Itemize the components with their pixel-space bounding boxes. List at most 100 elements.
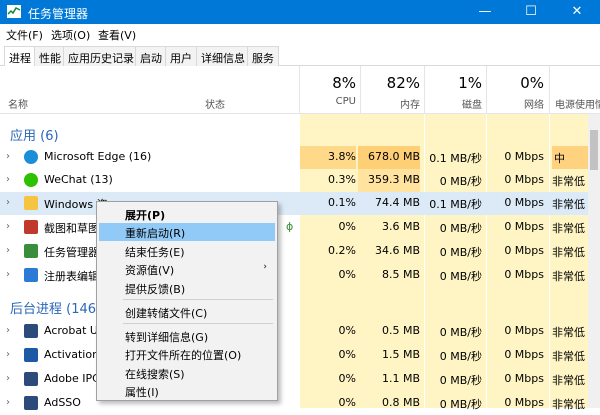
group-apps: 应用 (6) <box>10 129 59 144</box>
column-header: 名称 状态 8% CPU 82% 内存 1% 磁盘 0% 网络 电源使用情 <box>0 66 600 114</box>
column-name[interactable]: 名称 <box>8 96 28 111</box>
chevron-right-icon[interactable]: › <box>6 174 10 185</box>
menu-item-end-task[interactable]: 结束任务(E) <box>99 242 275 260</box>
menu-separator <box>123 299 273 300</box>
memory-value: 1.5 MB <box>381 348 420 361</box>
cpu-value: 0% <box>338 372 356 385</box>
column-power[interactable]: 电源使用情 <box>555 96 600 111</box>
column-memory[interactable]: 内存 <box>360 96 420 111</box>
menu-item-feedback[interactable]: 提供反馈(B) <box>99 279 275 297</box>
column-network[interactable]: 网络 <box>486 96 544 111</box>
chevron-right-icon[interactable]: › <box>6 221 10 232</box>
network-value: 0 Mbps <box>504 324 544 337</box>
memory-value: 0.5 MB <box>381 324 420 337</box>
task-manager-icon <box>7 5 21 18</box>
menu-item-label: 资源值(V) <box>125 264 175 277</box>
minimize-button[interactable]: — <box>462 0 508 24</box>
menu-view[interactable]: 查看(V) <box>98 27 136 43</box>
memory-total: 82% <box>386 74 420 92</box>
cpu-total: 8% <box>332 74 356 92</box>
chevron-right-icon[interactable]: › <box>6 197 10 208</box>
network-value: 0 Mbps <box>504 150 544 163</box>
chevron-right-icon[interactable]: › <box>6 325 10 336</box>
tab-users[interactable]: 用户 <box>165 46 197 66</box>
network-value: 0 Mbps <box>504 173 544 186</box>
scrollbar-thumb[interactable] <box>590 130 598 170</box>
cpu-value: 0.1% <box>328 196 356 209</box>
disk-value: 0 MB/秒 <box>439 398 482 411</box>
disk-total: 1% <box>458 74 482 92</box>
folder-icon <box>24 196 38 210</box>
table-row[interactable]: › Adobe IPC 0% 1.1 MB 0 MB/秒 0 Mbps 非常低 <box>0 368 588 391</box>
maximize-button[interactable]: ☐ <box>508 0 554 24</box>
menu-item-properties[interactable]: 属性(I) <box>99 382 275 400</box>
cpu-value: 0.2% <box>328 244 356 257</box>
process-name: Adobe IPC <box>44 372 100 385</box>
memory-value: 359.3 MB <box>358 169 420 192</box>
column-divider <box>549 66 550 114</box>
menu-item-expand[interactable]: 展开(P) <box>99 205 275 223</box>
memory-value: 678.0 MB <box>358 146 420 169</box>
chevron-right-icon[interactable]: › <box>6 245 10 256</box>
chevron-right-icon[interactable]: › <box>6 397 10 408</box>
vertical-scrollbar[interactable] <box>588 114 600 408</box>
tab-details[interactable]: 详细信息 <box>196 46 250 66</box>
chevron-right-icon[interactable]: › <box>6 373 10 384</box>
network-value: 0 Mbps <box>504 396 544 409</box>
table-row[interactable]: › Microsoft Edge (16) 3.8% 678.0 MB 0.1 … <box>0 146 592 169</box>
close-button[interactable]: ✕ <box>554 0 600 24</box>
menu-item-create-dump[interactable]: 创建转储文件(C) <box>99 303 275 321</box>
process-name: AdSSO <box>44 396 81 409</box>
menu-item-resource-values[interactable]: 资源值(V) › <box>99 260 275 278</box>
power-value: 非常低 <box>552 175 585 188</box>
table-row[interactable]: › 任务管理器 0.2% 34.6 MB 0 MB/秒 0 Mbps 非常低 <box>0 240 588 263</box>
menu-item-open-file-location[interactable]: 打开文件所在的位置(O) <box>99 345 275 363</box>
tab-services[interactable]: 服务 <box>247 46 279 66</box>
menu-options[interactable]: 选项(O) <box>51 27 90 43</box>
network-total: 0% <box>520 74 544 92</box>
chevron-right-icon[interactable]: › <box>6 269 10 280</box>
chevron-right-icon[interactable]: › <box>6 349 10 360</box>
tab-startup[interactable]: 启动 <box>135 46 167 66</box>
table-row-selected[interactable]: › Windows 资 0.1% 74.4 MB 0.1 MB/秒 0 Mbps… <box>0 192 588 215</box>
context-menu: 展开(P) 重新启动(R) 结束任务(E) 资源值(V) › 提供反馈(B) 创… <box>96 201 278 401</box>
disk-value: 0 MB/秒 <box>439 326 482 339</box>
table-row[interactable]: › WeChat (13) 0.3% 359.3 MB 0 MB/秒 0 Mbp… <box>0 169 588 192</box>
snip-icon <box>24 220 38 234</box>
chevron-right-icon: › <box>263 262 267 272</box>
tab-app-history[interactable]: 应用历史记录 <box>63 46 139 66</box>
disk-value: 0 MB/秒 <box>439 270 482 283</box>
cpu-value: 0% <box>338 396 356 409</box>
table-row[interactable]: › Acrobat U 0% 0.5 MB 0 MB/秒 0 Mbps 非常低 <box>0 320 588 343</box>
tab-processes[interactable]: 进程 <box>4 46 36 67</box>
power-value: 非常低 <box>552 398 585 411</box>
cpu-value: 0.3% <box>328 173 356 186</box>
app-icon <box>24 348 38 362</box>
menu-item-go-to-details[interactable]: 转到详细信息(G) <box>99 327 275 345</box>
menu-file[interactable]: 文件(F) <box>6 27 43 43</box>
column-status[interactable]: 状态 <box>205 96 225 111</box>
table-row[interactable]: › 截图和草图 ɸ 0% 3.6 MB 0 MB/秒 0 Mbps 非常低 <box>0 216 588 239</box>
power-value: 中 <box>552 146 592 169</box>
table-row[interactable]: › Activation 0% 1.5 MB 0 MB/秒 0 Mbps 非常低 <box>0 344 588 367</box>
process-name: Activation <box>44 348 100 361</box>
network-value: 0 Mbps <box>504 244 544 257</box>
tab-strip: 进程 性能 应用历史记录 启动 用户 详细信息 服务 <box>0 44 600 67</box>
table-row[interactable]: › 注册表编辑 0% 8.5 MB 0 MB/秒 0 Mbps 非常低 <box>0 264 588 287</box>
group-background: 后台进程 (146 <box>10 302 97 317</box>
table-row[interactable]: › AdSSO 0% 0.8 MB 0 MB/秒 0 Mbps 非常低 <box>0 392 588 415</box>
chevron-right-icon[interactable]: › <box>6 151 10 162</box>
menu-item-search-online[interactable]: 在线搜索(S) <box>99 364 275 382</box>
menu-item-restart[interactable]: 重新启动(R) <box>99 223 275 241</box>
process-name: 注册表编辑 <box>44 270 99 283</box>
memory-value: 0.8 MB <box>381 396 420 409</box>
disk-value: 0 MB/秒 <box>439 222 482 235</box>
disk-value: 0 MB/秒 <box>439 246 482 259</box>
column-disk[interactable]: 磁盘 <box>424 96 482 111</box>
tab-performance[interactable]: 性能 <box>34 46 66 66</box>
memory-value: 74.4 MB <box>374 196 420 209</box>
regedit-icon <box>24 268 38 282</box>
column-cpu[interactable]: CPU <box>300 96 356 107</box>
power-value: 非常低 <box>552 374 585 387</box>
power-value: 非常低 <box>552 222 585 235</box>
